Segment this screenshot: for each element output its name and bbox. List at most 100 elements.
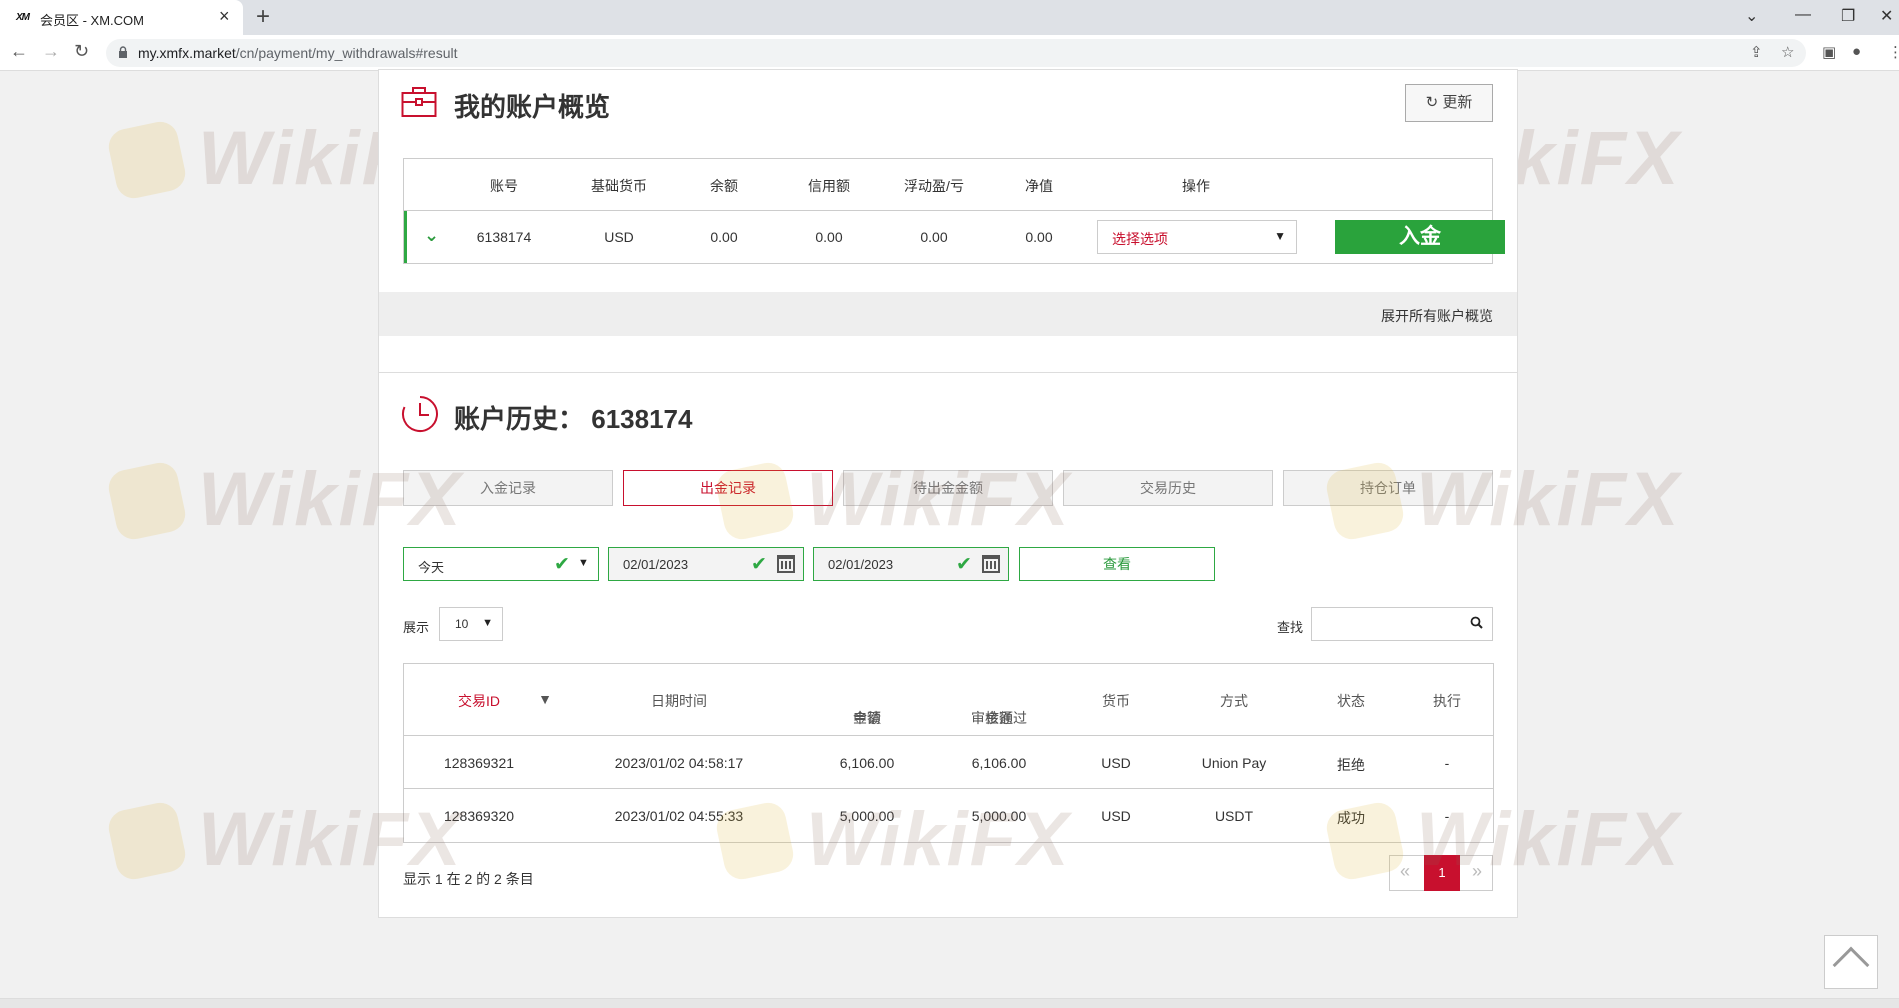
withdrawal-table-header: 交易ID ▼ 日期时间 申请 金额 审核通过 金额 货币 方式 状态 执行: [404, 664, 1493, 736]
col-account: 账号: [490, 178, 518, 194]
requested-amount: 6,106.00: [839, 755, 895, 771]
close-window-icon[interactable]: ✕: [1880, 6, 1893, 26]
menu-kebab-icon[interactable]: ⋮: [1888, 43, 1899, 61]
tab-withdrawal-records[interactable]: 出金记录: [623, 470, 833, 506]
new-tab-icon[interactable]: +: [256, 4, 270, 30]
page-size-label: 展示: [403, 620, 430, 635]
row-action: -: [1444, 755, 1450, 771]
status-badge: 拒绝: [1337, 757, 1365, 773]
briefcase-icon: [401, 87, 437, 117]
search-input[interactable]: [1311, 607, 1493, 641]
bookmark-star-icon[interactable]: ☆: [1781, 43, 1794, 61]
page-current[interactable]: 1: [1424, 855, 1460, 891]
col-balance: 余额: [710, 178, 738, 194]
overview-footer: 展开所有账户概览: [379, 292, 1517, 336]
col-base-currency: 基础货币: [591, 178, 647, 194]
col-credit: 信用额: [808, 178, 850, 194]
account-table-header: 账号 基础货币 余额 信用额 浮动盈/亏 净值 操作: [404, 159, 1492, 211]
page-bottom-bar: [0, 998, 1899, 1008]
table-row: 128369321 2023/01/02 04:58:17 6,106.00 6…: [404, 736, 1493, 789]
col-action[interactable]: 执行: [1433, 691, 1461, 711]
transaction-currency: USD: [1101, 808, 1131, 824]
calendar-icon[interactable]: [777, 555, 795, 573]
col-status[interactable]: 状态: [1337, 691, 1365, 711]
prev-page-icon[interactable]: «: [1400, 861, 1410, 882]
table-row: 128369320 2023/01/02 04:55:33 5,000.00 5…: [404, 789, 1493, 842]
account-currency: USD: [604, 229, 634, 245]
withdrawal-table: 交易ID ▼ 日期时间 申请 金额 审核通过 金额 货币 方式 状态 执行 1283…: [403, 663, 1494, 843]
share-icon[interactable]: ⇪: [1750, 43, 1763, 61]
payment-method: USDT: [1214, 808, 1254, 824]
deposit-button[interactable]: 入金: [1335, 220, 1505, 254]
period-select[interactable]: 今天 ✔ ▼: [403, 547, 599, 581]
approved-amount: 5,000.00: [971, 808, 1027, 824]
date-to-field[interactable]: 02/01/2023 ✔: [813, 547, 1009, 581]
calendar-icon[interactable]: [982, 555, 1000, 573]
browser-tab-strip: XM 会员区 - XM.COM × + ⌄ — ❐ ✕: [0, 0, 1899, 35]
tab-deposit-records[interactable]: 入金记录: [403, 470, 613, 506]
approved-amount: 6,106.00: [971, 755, 1027, 771]
page-size-select[interactable]: 10 ▼: [439, 607, 503, 641]
minimize-icon[interactable]: —: [1795, 6, 1811, 24]
restore-icon[interactable]: ❐: [1841, 6, 1855, 26]
scroll-to-top-button[interactable]: [1824, 935, 1878, 989]
view-button[interactable]: 查看: [1019, 547, 1215, 581]
sort-down-icon[interactable]: ▼: [538, 691, 552, 707]
transaction-datetime: 2023/01/02 04:55:33: [614, 808, 744, 824]
caret-down-icon: ▼: [482, 617, 493, 629]
row-action: -: [1444, 808, 1450, 824]
caret-down-icon: ▼: [1274, 229, 1286, 243]
tab-open-positions[interactable]: 持仓订单: [1283, 470, 1493, 506]
check-icon: ✔: [956, 554, 972, 575]
tab-title: 会员区 - XM.COM: [40, 13, 144, 28]
wikifx-logo-icon: [105, 799, 189, 883]
table-info: 显示 1 在 2 的 2 条目: [403, 871, 534, 887]
action-select[interactable]: 选择选项 ▼: [1097, 220, 1297, 254]
check-icon: ✔: [751, 554, 767, 575]
account-floating-pl: 0.00: [920, 229, 948, 245]
transaction-datetime: 2023/01/02 04:58:17: [614, 755, 744, 771]
side-panel-icon[interactable]: ▣: [1822, 43, 1836, 61]
page-content: WikiFX WikiFX WikiFX 我的账户概览 ↻ 更新 账号 基础货币…: [0, 69, 1899, 1008]
account-table: 账号 基础货币 余额 信用额 浮动盈/亏 净值 操作 ⌄ 6138174 USD…: [403, 158, 1505, 264]
search-icon[interactable]: [1470, 616, 1483, 629]
col-actions: 操作: [1182, 178, 1210, 194]
url-field[interactable]: my.xmfx.market/cn/payment/my_withdrawals…: [106, 39, 1806, 67]
forward-icon[interactable]: →: [42, 41, 60, 62]
address-bar: ← → ↻ my.xmfx.market/cn/payment/my_withd…: [0, 35, 1899, 71]
profile-icon[interactable]: ●: [1852, 43, 1861, 60]
xm-favicon-icon: XM: [16, 12, 30, 23]
caret-down-icon: ▼: [578, 557, 589, 569]
col-equity: 净值: [1025, 178, 1053, 194]
tab-pending-withdrawals[interactable]: 待出金金额: [843, 470, 1053, 506]
history-tabs: 入金记录 出金记录 待出金金额 交易历史 持仓订单: [403, 470, 1493, 506]
refresh-button[interactable]: ↻ 更新: [1405, 84, 1493, 122]
col-method[interactable]: 方式: [1220, 691, 1248, 711]
browser-tab[interactable]: XM 会员区 - XM.COM ×: [0, 0, 243, 35]
refresh-icon: ↻: [1425, 94, 1439, 111]
account-row: ⌄ 6138174 USD 0.00 0.00 0.00 0.00 选择选项 ▼…: [404, 211, 1505, 263]
payment-method: Union Pay: [1201, 755, 1267, 771]
next-page-icon[interactable]: »: [1472, 861, 1482, 882]
tab-search-icon[interactable]: ⌄: [1745, 6, 1758, 26]
col-currency[interactable]: 货币: [1102, 691, 1130, 711]
chevron-down-icon[interactable]: ⌄: [424, 225, 439, 246]
col-datetime[interactable]: 日期时间: [651, 691, 707, 711]
clock-icon: [402, 396, 438, 432]
account-history-panel: 账户历史： 6138174 入金记录 出金记录 待出金金额 交易历史 持仓订单 …: [378, 372, 1518, 918]
history-title: 账户历史： 6138174: [454, 404, 693, 434]
col-floating-pl: 浮动盈/亏: [904, 178, 964, 194]
date-from-field[interactable]: 02/01/2023 ✔: [608, 547, 804, 581]
expand-all-accounts-link[interactable]: 展开所有账户概览: [1381, 306, 1493, 326]
account-overview-panel: 我的账户概览 ↻ 更新 账号 基础货币 余额 信用额 浮动盈/亏 净值 操作 ⌄…: [378, 69, 1518, 409]
reload-icon[interactable]: ↻: [74, 41, 89, 62]
status-badge: 成功: [1337, 810, 1365, 826]
account-number: 6138174: [476, 229, 532, 245]
check-icon: ✔: [554, 554, 570, 575]
tab-close-icon[interactable]: ×: [219, 7, 230, 25]
search-label: 查找: [1277, 620, 1304, 635]
tab-trade-history[interactable]: 交易历史: [1063, 470, 1273, 506]
col-transaction-id[interactable]: 交易ID: [458, 691, 500, 711]
back-icon[interactable]: ←: [10, 41, 28, 62]
requested-amount: 5,000.00: [839, 808, 895, 824]
